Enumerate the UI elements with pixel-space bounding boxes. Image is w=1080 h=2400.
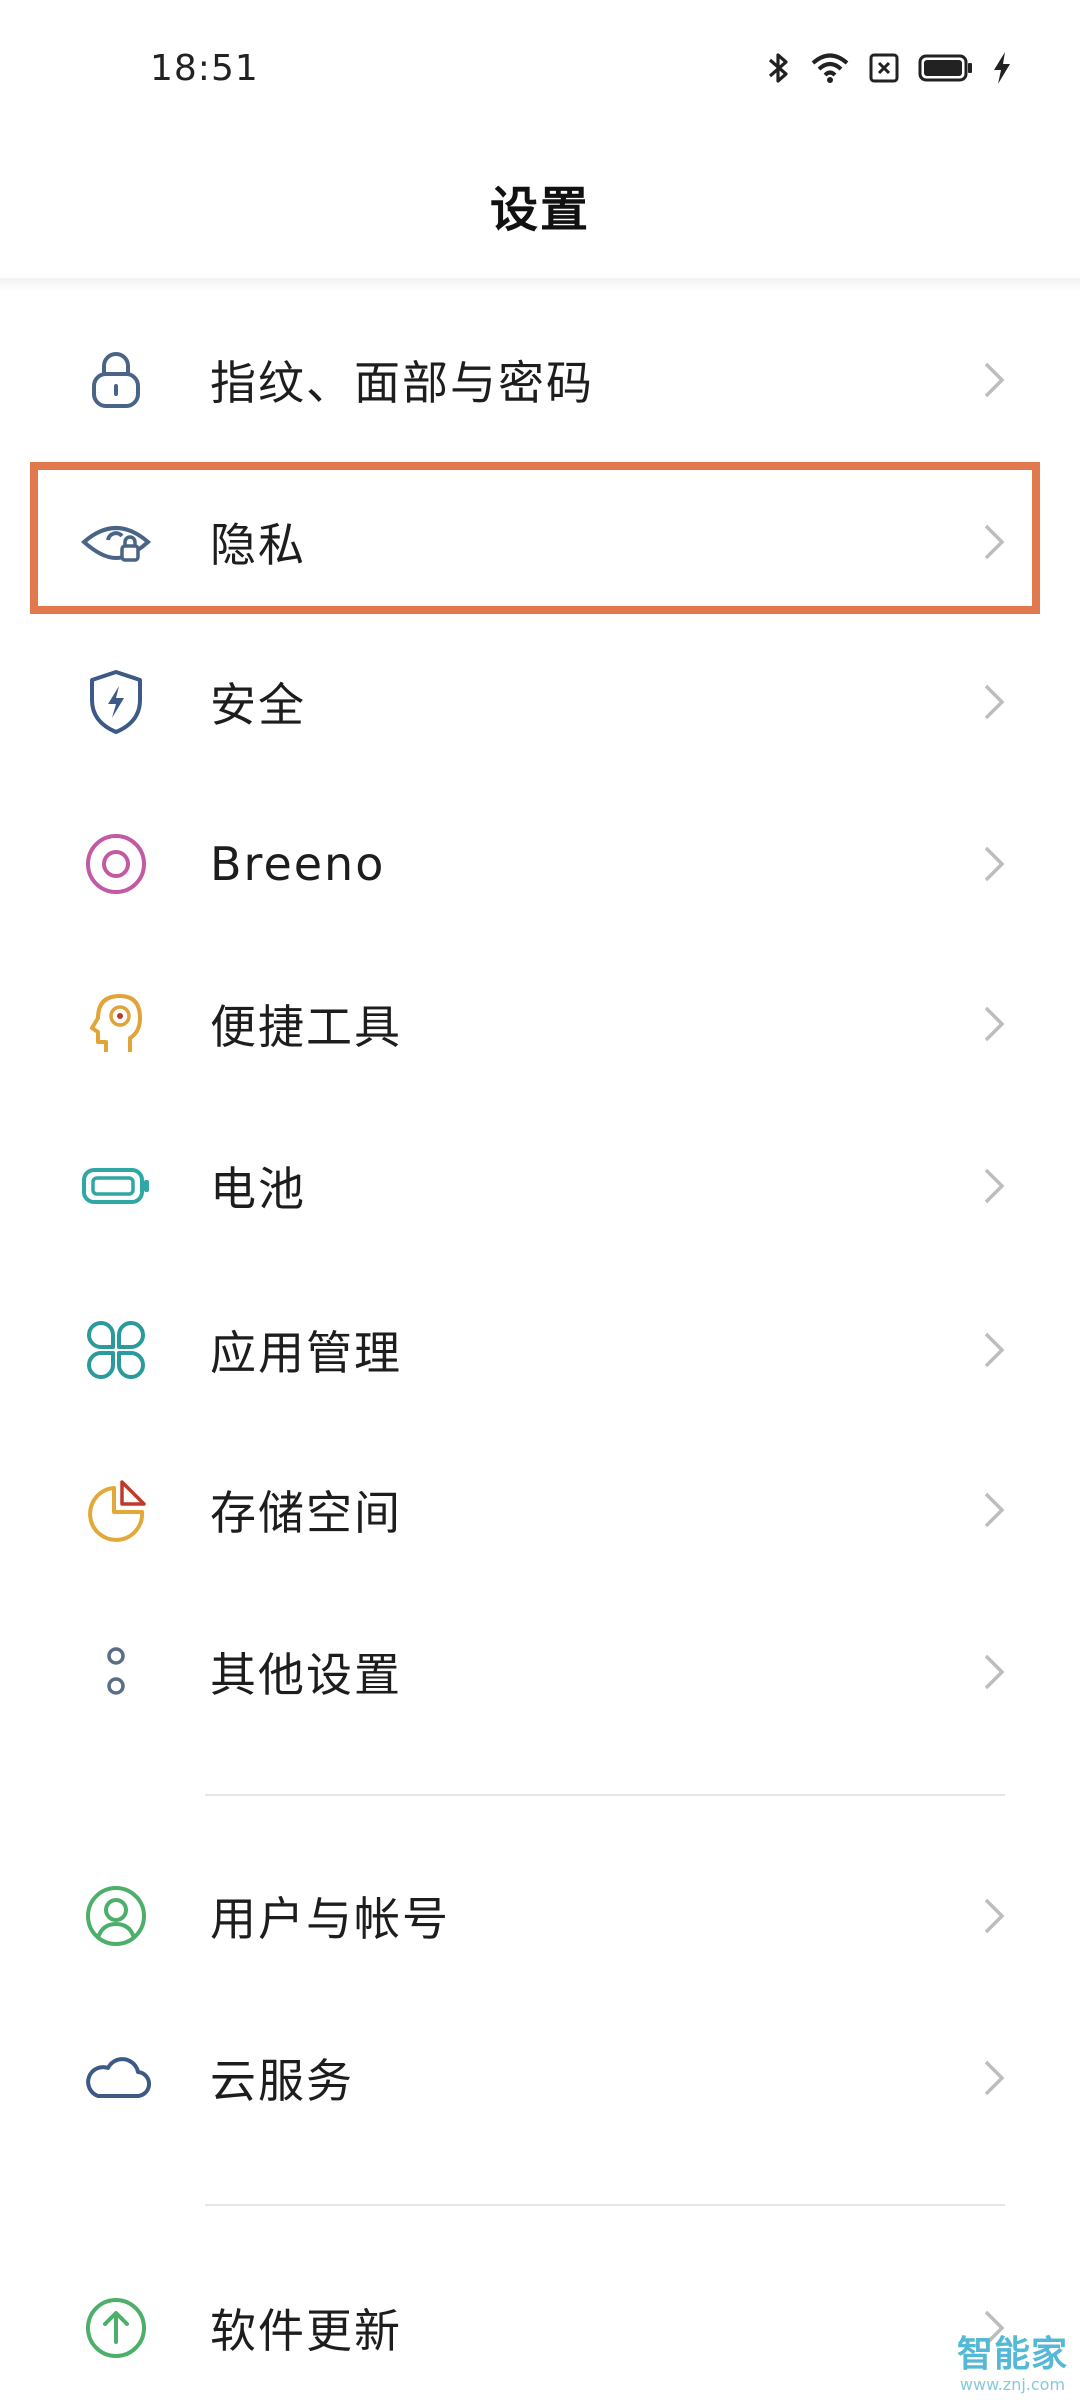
- storage-pie-icon: [80, 1474, 152, 1546]
- status-icons: [766, 50, 1012, 86]
- section-divider: [205, 1794, 1005, 1796]
- status-time: 18:51: [150, 48, 259, 89]
- chevron-right-icon: [980, 1164, 1008, 1208]
- chevron-right-icon: [980, 1488, 1008, 1532]
- menu-item-label: 云服务: [210, 2054, 354, 2108]
- menu-item-cloud-service[interactable]: 云服务: [0, 1998, 1080, 2158]
- menu-item-label: 用户与帐号: [210, 1892, 450, 1946]
- shield-icon: [80, 666, 152, 738]
- menu-item-security[interactable]: 安全: [0, 622, 1080, 782]
- privacy-eye-icon: [80, 506, 152, 578]
- menu-item-users-accounts[interactable]: 用户与帐号: [0, 1836, 1080, 1996]
- menu-item-convenience-tools[interactable]: 便捷工具: [0, 944, 1080, 1104]
- menu-item-breeno[interactable]: Breeno: [0, 784, 1080, 944]
- chevron-right-icon: [980, 520, 1008, 564]
- menu-item-storage[interactable]: 存储空间: [0, 1430, 1080, 1590]
- watermark-url: www.znj.com: [959, 2375, 1066, 2394]
- menu-item-label: 便捷工具: [210, 1000, 402, 1054]
- no-sim-icon: [868, 51, 900, 85]
- menu-item-label: 其他设置: [210, 1648, 402, 1702]
- chevron-right-icon: [980, 1002, 1008, 1046]
- chevron-right-icon: [980, 1328, 1008, 1372]
- cloud-icon: [80, 2042, 152, 2114]
- menu-item-battery[interactable]: 电池: [0, 1106, 1080, 1266]
- menu-item-other-settings[interactable]: 其他设置: [0, 1592, 1080, 1752]
- watermark: 智能家 www.znj.com: [957, 2325, 1068, 2394]
- user-icon: [80, 1880, 152, 1952]
- status-bar: 18:51: [0, 0, 1080, 130]
- chevron-right-icon: [980, 680, 1008, 724]
- menu-item-label: 隐私: [210, 518, 306, 572]
- section-divider: [205, 2204, 1005, 2206]
- menu-item-software-update[interactable]: 软件更新: [0, 2248, 1080, 2400]
- header: 设置: [0, 130, 1080, 280]
- wifi-icon: [810, 51, 850, 85]
- menu-item-label: 应用管理: [210, 1326, 402, 1380]
- menu-item-fingerprint-face-password[interactable]: 指纹、面部与密码: [0, 300, 1080, 460]
- lock-icon: [80, 344, 152, 416]
- battery-icon: [80, 1150, 152, 1222]
- watermark-text: 智能家: [956, 2334, 1068, 2375]
- apps-grid-icon: [80, 1314, 152, 1386]
- menu-item-label: 软件更新: [210, 2304, 402, 2358]
- menu-item-label: 存储空间: [210, 1486, 402, 1540]
- battery-icon: [918, 53, 974, 83]
- head-tools-icon: [80, 988, 152, 1060]
- page-title: 设置: [489, 182, 590, 238]
- chevron-right-icon: [980, 358, 1008, 402]
- menu-item-label: 安全: [210, 678, 306, 732]
- menu-item-app-management[interactable]: 应用管理: [0, 1270, 1080, 1430]
- more-dots-icon: [80, 1636, 152, 1708]
- chevron-right-icon: [980, 1650, 1008, 1694]
- bluetooth-icon: [766, 50, 792, 86]
- update-arrow-icon: [80, 2292, 152, 2364]
- menu-item-label: 指纹、面部与密码: [210, 356, 594, 410]
- menu-item-label: Breeno: [210, 837, 386, 891]
- chevron-right-icon: [980, 842, 1008, 886]
- breeno-icon: [80, 828, 152, 900]
- header-shadow: [0, 278, 1080, 292]
- menu-item-privacy[interactable]: 隐私: [0, 462, 1080, 622]
- menu-item-label: 电池: [210, 1162, 306, 1216]
- charging-bolt-icon: [992, 51, 1012, 85]
- chevron-right-icon: [980, 2056, 1008, 2100]
- chevron-right-icon: [980, 1894, 1008, 1938]
